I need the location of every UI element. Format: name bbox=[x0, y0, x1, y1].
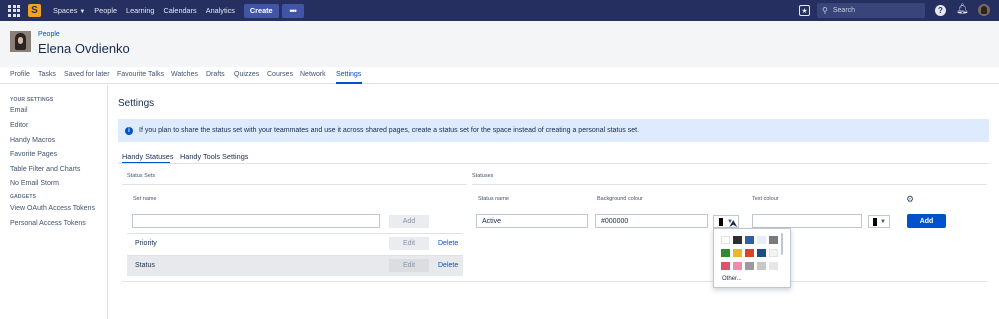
sidebar-item-handy-macros[interactable]: Handy Macros bbox=[10, 137, 55, 144]
status-set-name: Priority bbox=[135, 240, 157, 247]
profile-avatar bbox=[10, 31, 31, 52]
settings-sidebar: YOUR SETTINGS Email Editor Handy Macros … bbox=[0, 85, 108, 319]
sidebar-item-favorite-pages[interactable]: Favorite Pages bbox=[10, 151, 57, 158]
colour-swatch[interactable] bbox=[733, 236, 742, 244]
status-sets-label: Status Sets bbox=[127, 173, 156, 179]
status-set-name: Status bbox=[135, 262, 155, 269]
search-placeholder: Search bbox=[832, 7, 856, 14]
nav-calendars[interactable]: Calendars bbox=[163, 6, 196, 15]
other-colour-link[interactable]: Other... bbox=[722, 276, 742, 282]
gear-icon[interactable]: ⚙ bbox=[906, 194, 914, 205]
tab-handy-tools-settings[interactable]: Handy Tools Settings bbox=[180, 152, 248, 161]
app-switcher-icon[interactable] bbox=[7, 4, 21, 18]
add-status-button[interactable]: Add bbox=[907, 214, 946, 228]
text-colour-picker[interactable]: ▼ bbox=[868, 215, 890, 228]
site-logo[interactable]: S bbox=[28, 4, 41, 17]
colour-swatch[interactable] bbox=[745, 249, 754, 257]
sidebar-heading-your-settings: YOUR SETTINGS bbox=[10, 97, 54, 103]
background-colour-input[interactable]: #000000 bbox=[595, 214, 708, 228]
sidebar-item-oauth-tokens[interactable]: View OAuth Access Tokens bbox=[10, 205, 95, 212]
colour-swatch[interactable] bbox=[733, 262, 742, 270]
sidebar-item-email[interactable]: Email bbox=[10, 107, 28, 114]
active-tab-indicator bbox=[336, 82, 362, 84]
user-avatar[interactable] bbox=[978, 4, 990, 16]
colour-swatch[interactable] bbox=[769, 262, 778, 270]
colour-swatch[interactable] bbox=[721, 262, 730, 270]
info-icon: i bbox=[125, 126, 133, 135]
text-colour-label: Text colour bbox=[752, 196, 779, 202]
search-icon: ⚲ bbox=[822, 6, 828, 15]
nav-analytics[interactable]: Analytics bbox=[206, 6, 235, 15]
chevron-down-icon: ▼ bbox=[880, 218, 886, 225]
breadcrumb-people[interactable]: People bbox=[38, 31, 60, 38]
tab-quizzes[interactable]: Quizzes bbox=[234, 71, 259, 78]
colour-swatch[interactable] bbox=[721, 236, 730, 244]
profile-header bbox=[0, 21, 999, 67]
chevron-down-icon: ▼ bbox=[79, 9, 86, 15]
colour-swatch[interactable] bbox=[721, 249, 730, 257]
sidebar-item-personal-tokens[interactable]: Personal Access Tokens bbox=[10, 220, 86, 227]
palette-scrollbar[interactable] bbox=[781, 233, 783, 255]
info-banner: i If you plan to share the status set wi… bbox=[118, 119, 989, 142]
tab-profile[interactable]: Profile bbox=[10, 71, 30, 78]
sidebar-item-no-email-storm[interactable]: No Email Storm bbox=[10, 180, 59, 187]
edit-set-button[interactable]: Edit bbox=[389, 237, 429, 250]
statuses-divider bbox=[472, 184, 987, 185]
create-button[interactable]: Create bbox=[243, 3, 279, 18]
tab-drafts[interactable]: Drafts bbox=[206, 71, 225, 78]
profile-name: Elena Ovdienko bbox=[38, 41, 130, 56]
sidebar-item-table-filter[interactable]: Table Filter and Charts bbox=[10, 166, 80, 173]
colour-swatch[interactable] bbox=[769, 249, 778, 257]
mouse-cursor-icon: ⮝ bbox=[729, 219, 738, 230]
delete-set-link[interactable]: Delete bbox=[438, 240, 458, 247]
set-name-input[interactable] bbox=[132, 214, 380, 228]
profile-tabs: Profile Tasks Saved for later Favourite … bbox=[0, 67, 999, 84]
tab-favourite-talks[interactable]: Favourite Talks bbox=[117, 71, 164, 78]
colour-swatch[interactable] bbox=[745, 236, 754, 244]
notifications-icon[interactable]: 🔔︎ bbox=[956, 4, 969, 15]
status-sets-divider bbox=[122, 184, 467, 185]
tab-handy-statuses[interactable]: Handy Statuses bbox=[122, 152, 174, 161]
colour-swatch[interactable] bbox=[769, 236, 778, 244]
colour-swatch[interactable] bbox=[757, 249, 766, 257]
colour-swatch[interactable] bbox=[757, 262, 766, 270]
colour-swatch[interactable] bbox=[733, 249, 742, 257]
status-name-input[interactable]: Active bbox=[476, 214, 588, 228]
tab-tasks[interactable]: Tasks bbox=[38, 71, 56, 78]
tab-network[interactable]: Network bbox=[300, 71, 326, 78]
sidebar-heading-gadgets: GADGETS bbox=[10, 194, 37, 200]
set-name-label: Set name bbox=[133, 196, 157, 202]
background-colour-label: Background colour bbox=[597, 196, 643, 202]
nav-people[interactable]: People bbox=[94, 6, 117, 15]
star-icon[interactable]: ★ bbox=[799, 5, 810, 16]
more-button[interactable]: ••• bbox=[281, 3, 304, 18]
status-name-label: Status name bbox=[478, 196, 509, 202]
swatch-icon bbox=[873, 217, 877, 226]
swatch-icon bbox=[719, 217, 723, 226]
tab-saved-for-later[interactable]: Saved for later bbox=[64, 71, 110, 78]
delete-set-link[interactable]: Delete bbox=[438, 262, 458, 269]
colour-swatch[interactable] bbox=[757, 236, 766, 244]
subtab-divider bbox=[118, 163, 989, 164]
row-divider bbox=[127, 233, 463, 234]
colour-palette-popup: Other... bbox=[713, 228, 791, 288]
statuses-label: Statuses bbox=[472, 173, 494, 179]
tab-courses[interactable]: Courses bbox=[267, 71, 293, 78]
table-bottom-divider bbox=[122, 281, 987, 282]
nav-spaces[interactable]: Spaces ▼ bbox=[53, 6, 85, 15]
help-icon[interactable]: ? bbox=[935, 5, 946, 16]
tab-watches[interactable]: Watches bbox=[171, 71, 198, 78]
edit-set-button[interactable]: Edit bbox=[389, 259, 429, 272]
sidebar-item-editor[interactable]: Editor bbox=[10, 122, 28, 129]
search-input[interactable]: ⚲ Search bbox=[817, 3, 925, 18]
colour-swatch[interactable] bbox=[745, 262, 754, 270]
nav-learning[interactable]: Learning bbox=[126, 6, 154, 15]
text-colour-input[interactable] bbox=[752, 214, 862, 228]
page-title: Settings bbox=[118, 98, 155, 109]
tab-settings[interactable]: Settings bbox=[336, 71, 361, 78]
info-text: If you plan to share the status set with… bbox=[139, 127, 639, 134]
add-set-button[interactable]: Add bbox=[389, 215, 429, 228]
